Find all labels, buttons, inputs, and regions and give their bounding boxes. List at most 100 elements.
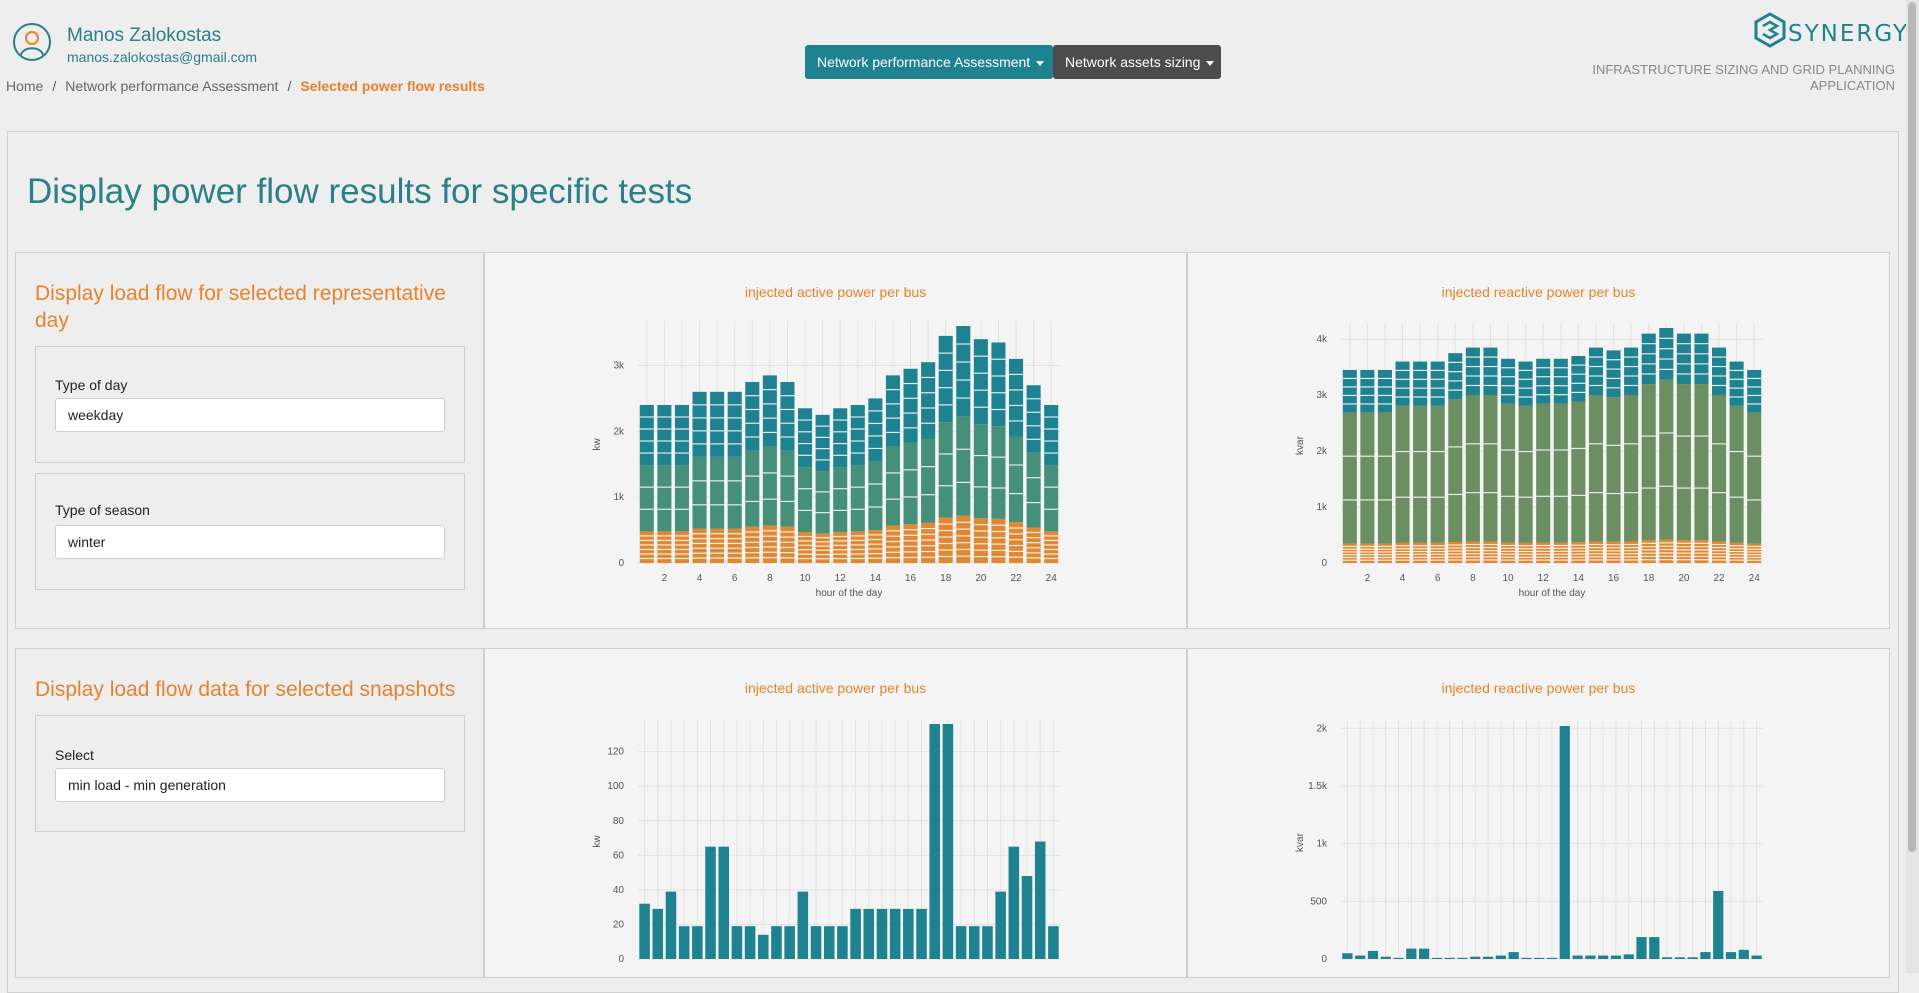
breadcrumb-separator: / [287, 78, 292, 94]
bar-segment [1342, 412, 1357, 544]
x-axis-label: hour of the day [1519, 588, 1586, 599]
y-tick-label: 100 [607, 781, 624, 792]
breadcrumb-section-link[interactable]: Network performance Assessment [65, 78, 278, 94]
y-tick-label: 60 [613, 850, 625, 861]
bar-segment [903, 368, 918, 443]
bar [692, 926, 703, 959]
bar [1419, 948, 1430, 959]
scrollbar-thumb[interactable] [1908, 2, 1916, 852]
bar-segment [1694, 384, 1709, 541]
caret-down-icon [1206, 60, 1215, 66]
x-tick-label: 18 [1643, 573, 1655, 584]
type-of-day-label: Type of day [55, 377, 128, 393]
app-subtitle: INFRASTRUCTURE SIZING AND GRID PLANNING … [1592, 62, 1895, 93]
bar [797, 891, 809, 959]
bar [982, 926, 993, 959]
bar-segment [1026, 452, 1041, 528]
breadcrumb-home-link[interactable]: Home [6, 78, 43, 94]
bar [1534, 957, 1545, 959]
bar-segment [657, 405, 672, 466]
bar-segment [1360, 412, 1375, 544]
x-tick-label: 18 [940, 573, 952, 584]
x-tick-label: 20 [975, 573, 987, 584]
bar [969, 926, 980, 959]
reactive-power-day-chart[interactable]: 01k2k3k4kkvar2 4 6 8 10 12 14 16 18 20 22 24hour of… [1188, 253, 1891, 630]
bar-segment [1448, 399, 1463, 543]
representative-day-card: Display load flow for selected represent… [15, 252, 484, 629]
active-power-snapshot-chart[interactable]: 0 20 40 60 80 100 120 kw [485, 649, 1188, 979]
synergy-logo[interactable]: SYNERGY [1752, 10, 1912, 54]
bar-segment [1676, 333, 1691, 385]
x-tick-label: 12 [835, 573, 847, 584]
bar-segment [1465, 347, 1480, 395]
bar [837, 926, 848, 959]
bar-segment [762, 446, 777, 526]
bar-segment [938, 335, 953, 423]
x-axis-label: hour of the day [816, 588, 883, 599]
x-tick-label: 12 [1538, 573, 1550, 584]
breadcrumb-separator: / [52, 78, 57, 94]
active-power-day-chart[interactable]: 01k2k3kkw2 4 6 8 10 12 14 16 18 20 22 24hour of the… [485, 253, 1188, 630]
bar [1021, 876, 1033, 959]
bar-segment [1571, 355, 1586, 402]
bar [1572, 955, 1583, 959]
bar-segment [921, 362, 936, 439]
bar [1457, 957, 1468, 959]
y-tick-label: 2k [1316, 723, 1328, 734]
y-tick-label: 1k [1316, 839, 1328, 850]
type-of-day-select[interactable]: weekday [55, 398, 445, 432]
x-tick-label: 4 [1400, 573, 1406, 584]
app-header: Manos Zalokostas manos.zalokostas@gmail.… [0, 0, 1919, 120]
bar [1521, 957, 1532, 959]
network-performance-dropdown[interactable]: Network performance Assessment [805, 45, 1053, 79]
bar-segment [1395, 361, 1410, 406]
y-axis-label: kw [592, 835, 603, 848]
bar-segment [956, 416, 971, 516]
bar [876, 908, 888, 959]
bar-segment [1606, 350, 1621, 398]
bar-segment [1026, 385, 1041, 453]
x-tick-label: 24 [1046, 573, 1058, 584]
bar-segment [885, 375, 900, 447]
x-tick-label: 6 [1435, 573, 1441, 584]
bar-segment [1676, 384, 1691, 541]
bar-segment [674, 465, 689, 532]
y-tick-label: 0 [1321, 954, 1327, 965]
bar-segment [903, 442, 918, 525]
network-assets-sizing-label: Network assets sizing [1065, 54, 1201, 70]
bar-segment [710, 456, 725, 529]
bar [929, 724, 940, 959]
bar-segment [921, 438, 936, 523]
snapshot-select[interactable]: min load - min generation [55, 768, 445, 802]
y-tick-label: 0 [618, 954, 624, 965]
type-of-season-select[interactable]: winter [55, 525, 445, 559]
network-assets-sizing-dropdown[interactable]: Network assets sizing [1053, 45, 1221, 79]
bar [850, 908, 861, 959]
bar-segment [745, 450, 760, 527]
reactive-power-snapshot-chart-card: injected reactive power per bus 0 500 1k 1.… [1187, 648, 1890, 978]
breadcrumb-current: Selected power flow results [300, 78, 485, 94]
y-tick-label: 20 [613, 919, 625, 930]
bar-segment [1501, 403, 1516, 543]
bar [784, 926, 795, 959]
x-tick-label: 8 [1470, 573, 1476, 584]
bar-segment [1729, 361, 1744, 406]
type-of-season-group: Type of season winter [35, 473, 465, 590]
y-tick-label: 3k [613, 361, 625, 372]
bar [771, 926, 782, 959]
reactive-power-snapshot-chart[interactable]: 0 500 1k 1.5k 2k kvar [1188, 649, 1891, 979]
x-tick-label: 22 [1010, 573, 1022, 584]
bar-segment [1377, 412, 1392, 544]
bar-segment [692, 391, 707, 457]
bar-segment [1413, 405, 1428, 543]
snapshot-select-group: Select min load - min generation [35, 715, 465, 832]
bar-segment [1747, 412, 1762, 544]
page-scrollbar[interactable] [1906, 0, 1919, 973]
bar-segment [1044, 465, 1059, 532]
user-avatar-icon[interactable] [13, 23, 51, 61]
bar-segment [1483, 394, 1498, 542]
bar [1687, 957, 1698, 959]
bar-segment [1659, 328, 1674, 380]
bar [823, 926, 835, 959]
reactive-power-day-chart-card: injected reactive power per bus 0 1k 2k 3k 4… [1187, 252, 1890, 629]
